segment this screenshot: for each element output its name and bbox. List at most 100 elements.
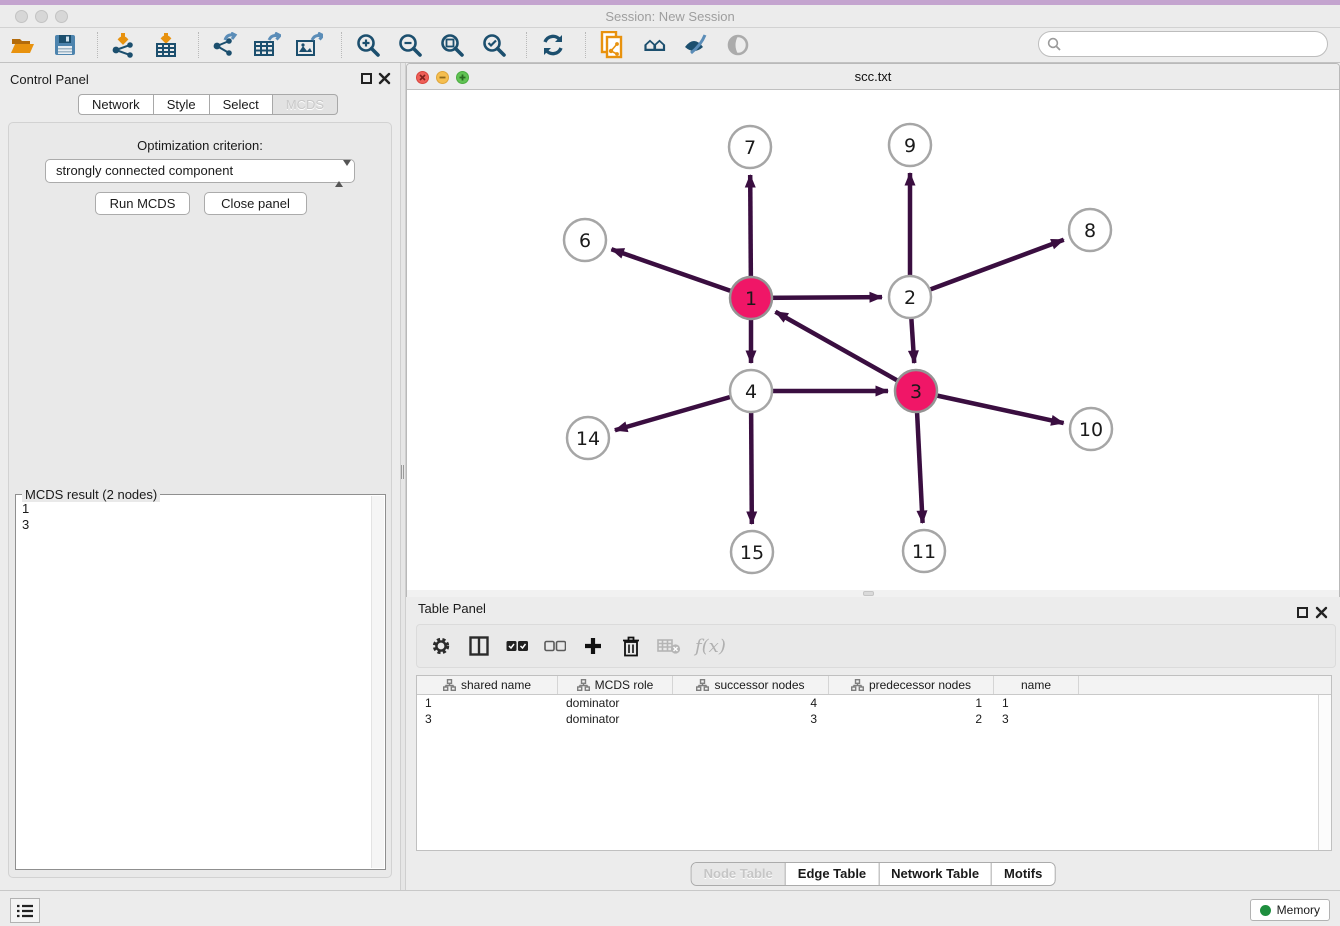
table-cell[interactable]: 3 — [673, 711, 829, 727]
table-cell[interactable]: dominator — [558, 711, 673, 727]
network-canvas[interactable]: 7 9 6 8 1 2 4 3 14 10 15 11 — [407, 90, 1339, 590]
task-history-button[interactable] — [10, 898, 40, 923]
column-header-successor-nodes[interactable]: successor nodes — [673, 676, 829, 694]
float-table-panel-icon[interactable] — [1297, 607, 1308, 618]
search-box[interactable] — [1038, 31, 1328, 57]
zoom-in-icon[interactable] — [354, 31, 382, 59]
zoom-window-button[interactable] — [55, 10, 68, 23]
close-panel-icon[interactable] — [378, 72, 391, 85]
export-image-icon[interactable] — [295, 31, 323, 59]
tab-network-table[interactable]: Network Table — [878, 863, 991, 885]
network-close-button[interactable] — [416, 71, 429, 84]
column-label: predecessor nodes — [869, 678, 971, 692]
first-neighbors-icon[interactable]: ⌂⌂ — [640, 31, 668, 59]
graph-node-4[interactable]: 4 — [730, 370, 772, 412]
open-file-icon[interactable] — [9, 31, 37, 59]
graph-node-9[interactable]: 9 — [889, 124, 931, 166]
import-table-icon[interactable] — [152, 31, 180, 59]
tab-motifs[interactable]: Motifs — [991, 863, 1054, 885]
status-bar: Memory — [0, 890, 1340, 926]
table-vscrollbar[interactable] — [1318, 695, 1331, 850]
mcds-result-lines: 13 — [22, 501, 29, 533]
column-header-predecessor-nodes[interactable]: predecessor nodes — [829, 676, 994, 694]
close-window-button[interactable] — [15, 10, 28, 23]
import-network-icon[interactable] — [110, 31, 138, 59]
clone-network-icon[interactable] — [598, 31, 626, 59]
splitter-handle[interactable] — [401, 465, 404, 479]
zoom-selected-icon[interactable] — [480, 31, 508, 59]
export-network-icon[interactable] — [211, 31, 239, 59]
network-minimize-button[interactable] — [436, 71, 449, 84]
delete-column-icon[interactable] — [619, 634, 643, 658]
svg-text:11: 11 — [912, 541, 936, 563]
run-mcds-button[interactable]: Run MCDS — [95, 192, 190, 215]
graph-node-11[interactable]: 11 — [903, 530, 945, 572]
mcds-panel: Optimization criterion: strongly connect… — [8, 122, 392, 878]
criterion-dropdown[interactable]: strongly connected component — [45, 159, 355, 183]
tab-network[interactable]: Network — [78, 94, 154, 115]
column-header-shared-name[interactable]: shared name — [417, 676, 558, 694]
tab-select[interactable]: Select — [210, 94, 273, 115]
table-cell[interactable]: dominator — [558, 695, 673, 711]
close-table-panel-icon[interactable] — [1315, 606, 1328, 619]
tab-mcds[interactable]: MCDS — [273, 94, 338, 115]
network-window-title: scc.txt — [407, 64, 1339, 90]
toolbar-separator — [198, 32, 199, 58]
add-column-icon[interactable] — [581, 634, 605, 658]
hide-selected-icon[interactable] — [682, 31, 710, 59]
svg-text:4: 4 — [745, 381, 757, 403]
svg-text:10: 10 — [1079, 419, 1103, 441]
node-table[interactable]: shared nameMCDS rolesuccessor nodes prede… — [416, 675, 1332, 851]
network-maximize-button[interactable] — [456, 71, 469, 84]
svg-text:14: 14 — [576, 428, 600, 450]
graph-node-7[interactable]: 7 — [729, 126, 771, 168]
table-row[interactable]: 3dominator323 — [417, 711, 1331, 727]
tab-edge-table[interactable]: Edge Table — [785, 863, 878, 885]
list-icon — [16, 904, 34, 918]
float-panel-icon[interactable] — [361, 73, 372, 84]
memory-button[interactable]: Memory — [1250, 899, 1330, 921]
graph-edge-2-8[interactable] — [910, 240, 1064, 297]
table-cell[interactable]: 1 — [829, 695, 994, 711]
export-table-icon[interactable] — [253, 31, 281, 59]
table-cell[interactable]: 2 — [829, 711, 994, 727]
table-cell[interactable]: 1 — [994, 695, 1079, 711]
zoom-fit-icon[interactable] — [438, 31, 466, 59]
graph-node-6[interactable]: 6 — [564, 219, 606, 261]
network-hscrollbar-thumb[interactable] — [863, 591, 874, 596]
graph-node-10[interactable]: 10 — [1070, 408, 1112, 450]
column-header-name[interactable]: name — [994, 676, 1079, 694]
graph-node-1[interactable]: 1 — [730, 277, 772, 319]
graph-node-3[interactable]: 3 — [895, 370, 937, 412]
table-cell[interactable]: 3 — [417, 711, 558, 727]
table-cell[interactable]: 4 — [673, 695, 829, 711]
graph-node-2[interactable]: 2 — [889, 276, 931, 318]
refresh-icon[interactable] — [539, 31, 567, 59]
table-cell[interactable]: 1 — [417, 695, 558, 711]
tab-node-table[interactable]: Node Table — [692, 863, 785, 885]
table-row[interactable]: 1dominator411 — [417, 695, 1331, 711]
network-hscrollbar[interactable] — [407, 590, 1339, 597]
graph-edge-3-1[interactable] — [775, 312, 916, 391]
result-scrollbar[interactable] — [371, 496, 384, 868]
network-window-titlebar[interactable]: scc.txt — [407, 64, 1339, 90]
graph-node-15[interactable]: 15 — [731, 531, 773, 573]
search-input[interactable] — [1066, 37, 1316, 52]
tab-style[interactable]: Style — [154, 94, 210, 115]
column-tree-icon — [696, 679, 709, 691]
save-session-icon[interactable] — [51, 31, 79, 59]
close-panel-button[interactable]: Close panel — [204, 192, 307, 215]
control-panel-title: Control Panel — [10, 72, 89, 87]
gear-icon[interactable] — [429, 634, 453, 658]
select-all-checks-icon[interactable] — [505, 634, 529, 658]
table-cell[interactable]: 3 — [994, 711, 1079, 727]
graph-node-8[interactable]: 8 — [1069, 209, 1111, 251]
graph-node-14[interactable]: 14 — [567, 417, 609, 459]
graph-edge-3-10[interactable] — [916, 391, 1064, 423]
zoom-out-icon[interactable] — [396, 31, 424, 59]
split-columns-icon[interactable] — [467, 634, 491, 658]
network-graph[interactable]: 7 9 6 8 1 2 4 3 14 10 15 11 — [407, 90, 1339, 590]
minimize-window-button[interactable] — [35, 10, 48, 23]
column-header-MCDS-role[interactable]: MCDS role — [558, 676, 673, 694]
deselect-checks-icon[interactable] — [543, 634, 567, 658]
